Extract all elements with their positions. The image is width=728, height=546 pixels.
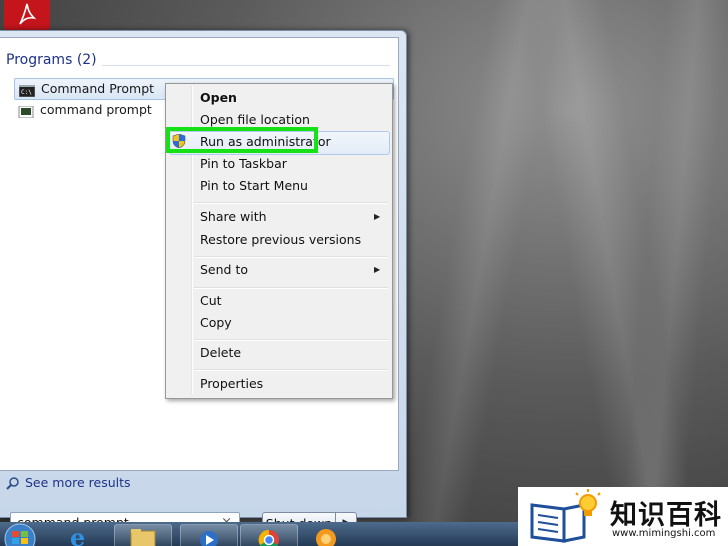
program-item-label: Command Prompt xyxy=(41,81,155,96)
cmd-file-icon xyxy=(18,104,34,119)
programs-group-header: Programs (2) xyxy=(6,52,97,68)
media-player-icon xyxy=(200,531,218,546)
ctx-item-delete[interactable]: Delete xyxy=(200,342,241,364)
start-orb-icon[interactable] xyxy=(2,523,38,546)
watermark-text: 知识百科 xyxy=(610,500,722,531)
ctx-item-cut[interactable]: Cut xyxy=(200,290,222,312)
ctx-item-pin-to-taskbar[interactable]: Pin to Taskbar xyxy=(200,153,287,175)
windows-explorer-button[interactable] xyxy=(114,524,172,546)
ctx-item-copy[interactable]: Copy xyxy=(200,312,232,334)
cmd-icon: C:\ xyxy=(18,83,36,98)
context-menu-separator xyxy=(194,339,388,341)
context-menu-separator xyxy=(194,202,388,204)
book-lightbulb-logo-icon xyxy=(530,489,601,543)
ctx-item-restore-previous-versions[interactable]: Restore previous versions xyxy=(200,229,361,251)
submenu-arrow-icon: ▶ xyxy=(374,212,381,221)
internet-explorer-icon[interactable]: e xyxy=(62,523,98,546)
svg-text:C:\: C:\ xyxy=(21,89,32,96)
svg-text:e: e xyxy=(70,524,85,546)
explorer-folder-icon xyxy=(130,529,156,546)
see-more-label: See more results xyxy=(25,475,131,490)
chrome-button[interactable] xyxy=(240,524,298,546)
vlc-icon[interactable] xyxy=(306,523,346,546)
context-menu-separator xyxy=(194,256,388,258)
ctx-item-pin-to-start-menu[interactable]: Pin to Start Menu xyxy=(200,175,308,197)
ctx-item-properties[interactable]: Properties xyxy=(200,373,263,395)
watermark: 知识百科 www.mimingshi.com xyxy=(518,487,728,546)
context-menu-separator xyxy=(194,369,388,371)
search-icon xyxy=(6,477,19,490)
run-as-administrator-highlight xyxy=(166,127,318,153)
ctx-item-send-to[interactable]: Send to xyxy=(200,259,248,281)
program-item-label: command prompt xyxy=(40,102,152,117)
watermark-url: www.mimingshi.com xyxy=(612,528,716,539)
group-divider xyxy=(102,65,390,66)
ctx-item-open[interactable]: Open xyxy=(200,87,237,109)
adobe-pdf-desktop-icon[interactable] xyxy=(4,0,50,30)
context-menu-separator xyxy=(194,287,388,289)
ctx-item-share-with[interactable]: Share with xyxy=(200,206,267,228)
media-player-button[interactable] xyxy=(180,524,238,546)
chrome-icon xyxy=(258,529,279,546)
submenu-arrow-icon: ▶ xyxy=(374,265,381,274)
adobe-logo-icon xyxy=(19,3,37,25)
